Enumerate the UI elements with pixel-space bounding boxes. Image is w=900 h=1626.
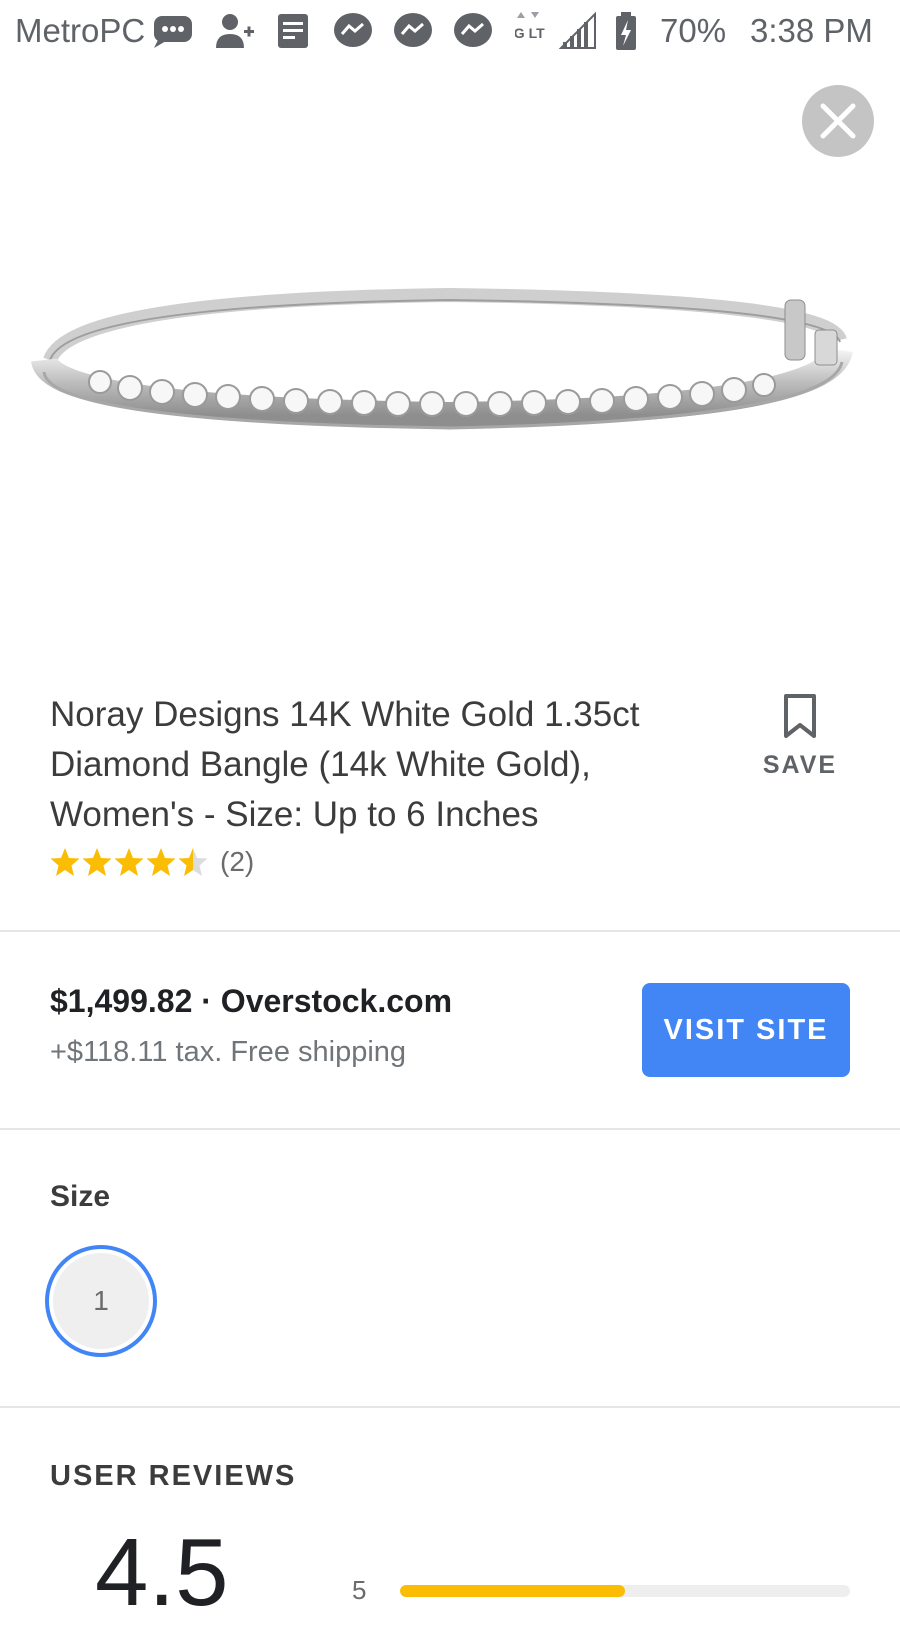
star-icon — [146, 848, 176, 876]
star-icon — [114, 848, 144, 876]
tax-shipping: +$118.11 tax. Free shipping — [50, 1036, 407, 1068]
bookmark-icon — [784, 694, 816, 738]
rating-count: (2) — [220, 846, 255, 877]
divider — [0, 930, 900, 932]
signal-icon — [559, 11, 596, 49]
visit-site-button[interactable]: VISIT SITE — [642, 983, 850, 1077]
message-bubble-icon — [154, 16, 192, 48]
product-title-block: Noray Designs 14K White Gold 1.35ct Diam… — [50, 690, 730, 878]
messenger-icon — [454, 13, 492, 47]
battery-percent: 70% — [660, 12, 727, 49]
carrier-name: MetroPCS — [15, 12, 145, 49]
star-icon — [178, 848, 208, 876]
rating-bar-row: 5 — [352, 1575, 850, 1606]
rating-row[interactable]: (2) — [50, 846, 730, 878]
size-option-label: 1 — [53, 1253, 149, 1349]
data-arrows-icon: 4G LTE — [515, 12, 545, 41]
user-reviews-heading: USER REVIEWS — [50, 1460, 297, 1492]
divider — [0, 1128, 900, 1130]
battery-charging-icon — [616, 12, 636, 50]
divider — [0, 1406, 900, 1408]
network-type: 4G LTE — [515, 25, 545, 41]
add-contact-icon — [216, 14, 254, 48]
note-icon — [278, 14, 308, 48]
notification-icons — [150, 10, 496, 52]
star-rating — [50, 847, 208, 877]
messenger-icon — [394, 13, 432, 47]
system-icons: 4G LTE — [515, 10, 639, 52]
status-bar: MetroPCS 4G L — [0, 0, 900, 62]
star-icon — [50, 848, 80, 876]
size-label: Size — [50, 1180, 111, 1213]
clock: 3:38 PM — [750, 12, 873, 49]
price-seller: $1,499.82 · Overstock.com — [50, 983, 453, 1019]
save-label: SAVE — [762, 751, 838, 779]
close-icon — [820, 103, 856, 139]
size-option-1[interactable]: 1 — [45, 1245, 157, 1357]
average-rating: 4.5 — [95, 1519, 229, 1626]
save-button[interactable]: SAVE — [752, 692, 848, 780]
rating-bar-track — [400, 1584, 850, 1597]
rating-bar-label: 5 — [352, 1575, 367, 1605]
messenger-icon — [334, 13, 372, 47]
product-image[interactable] — [30, 260, 870, 490]
star-icon — [82, 848, 112, 876]
rating-bar-fill — [400, 1584, 625, 1597]
product-title: Noray Designs 14K White Gold 1.35ct Diam… — [50, 695, 640, 834]
close-button[interactable] — [802, 85, 874, 157]
